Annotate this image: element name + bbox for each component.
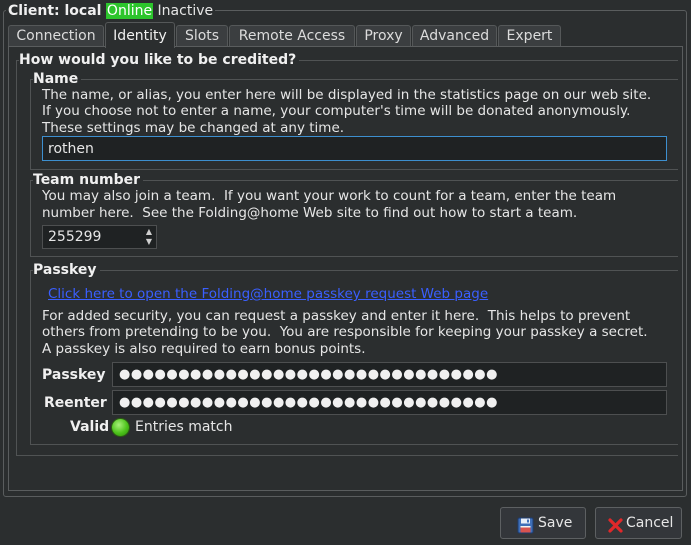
passkey-request-link[interactable]: Click here to open the Folding@home pass… bbox=[48, 286, 488, 303]
cancel-button[interactable]: Cancel bbox=[595, 507, 682, 539]
spin-up-icon[interactable]: ▲ bbox=[144, 227, 154, 237]
passkey-group-title: Passkey bbox=[33, 262, 100, 279]
team-number-input[interactable] bbox=[43, 226, 139, 248]
tab-remote-access[interactable]: Remote Access bbox=[229, 25, 355, 47]
passkey-description-line-1: For added security, you can request a pa… bbox=[42, 308, 631, 324]
team-description-line-2: number here. See the Folding@home Web si… bbox=[42, 205, 578, 221]
tab-connection[interactable]: Connection bbox=[8, 25, 104, 47]
save-button-label: Save bbox=[538, 515, 573, 531]
name-group-title: Name bbox=[33, 71, 82, 88]
valid-status-icon bbox=[112, 419, 129, 436]
spin-down-icon[interactable]: ▼ bbox=[144, 237, 154, 247]
team-group-title: Team number bbox=[33, 172, 144, 189]
tab-advanced[interactable]: Advanced bbox=[412, 25, 497, 47]
passkey-label: Passkey bbox=[42, 367, 106, 383]
valid-status-text: Entries match bbox=[135, 419, 233, 435]
reenter-passkey-field[interactable]: ●●●●●●●●●●●●●●●●●●●●●●●●●●●●●●●● bbox=[112, 390, 667, 415]
valid-label: Valid bbox=[70, 419, 110, 435]
name-description-line-1: The name, or alias, you enter here will … bbox=[42, 87, 652, 103]
team-number-spinbox[interactable]: ▲ ▼ bbox=[42, 225, 157, 249]
red-x-icon bbox=[607, 515, 624, 533]
name-description-line-3: These settings may be changed at any tim… bbox=[42, 120, 345, 136]
tab-expert[interactable]: Expert bbox=[498, 25, 561, 47]
tab-identity[interactable]: Identity bbox=[105, 22, 175, 48]
reenter-label: Reenter bbox=[44, 395, 107, 411]
save-button[interactable]: Save bbox=[500, 507, 586, 539]
tab-proxy[interactable]: Proxy bbox=[356, 25, 411, 47]
name-input[interactable] bbox=[42, 136, 667, 161]
passkey-description-line-2: others from pretending to be you. You ar… bbox=[42, 324, 648, 340]
cancel-button-label: Cancel bbox=[626, 515, 674, 531]
team-description-line-1: You may also join a team. If you want yo… bbox=[42, 188, 617, 204]
floppy-disk-icon bbox=[517, 515, 534, 534]
passkey-field[interactable]: ●●●●●●●●●●●●●●●●●●●●●●●●●●●●●●●● bbox=[112, 362, 667, 387]
client-label: Client: local bbox=[8, 3, 102, 19]
tab-slots[interactable]: Slots bbox=[176, 25, 228, 47]
credit-heading: How would you like to be credited? bbox=[19, 52, 300, 69]
name-description-line-2: If you choose not to enter a name, your … bbox=[42, 103, 631, 119]
client-status-badge: Online bbox=[105, 3, 154, 19]
passkey-mask: ●●●●●●●●●●●●●●●●●●●●●●●●●●●●●●●● bbox=[119, 367, 498, 382]
client-header: Client: local Online Inactive bbox=[6, 2, 216, 20]
client-state: Inactive bbox=[157, 3, 214, 19]
reenter-mask: ●●●●●●●●●●●●●●●●●●●●●●●●●●●●●●●● bbox=[119, 395, 498, 410]
passkey-description-line-3: A passkey is also required to earn bonus… bbox=[42, 341, 366, 357]
